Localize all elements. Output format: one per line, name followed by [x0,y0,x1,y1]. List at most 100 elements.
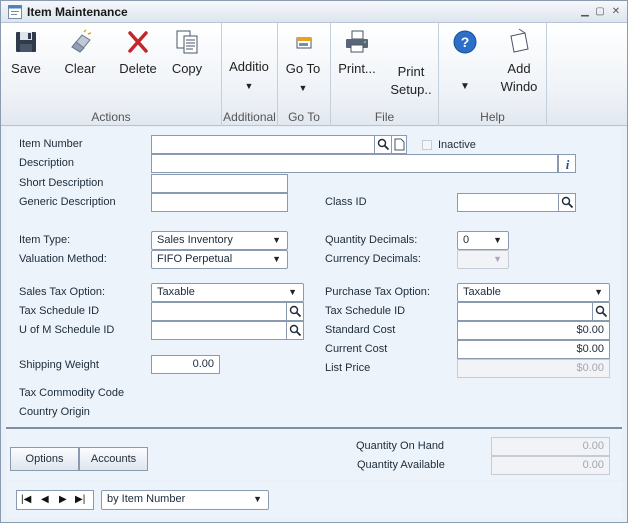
item-number-lookup-button[interactable] [374,135,392,154]
next-record-icon[interactable]: ▶ [59,494,67,505]
currency-decimals-select: ▼ [457,250,509,269]
uofm-schedule-id-input[interactable] [151,321,287,340]
svg-text:i: i [566,157,570,170]
help-question-icon: ? [453,30,477,54]
help-dropdown-icon: ▼ [460,81,470,92]
group-label-file: File [374,110,395,124]
short-description-input[interactable] [151,174,288,193]
quantity-on-hand-label: Quantity On Hand [356,440,445,452]
help-button[interactable]: ? ▼ [447,28,483,96]
description-input[interactable] [151,154,558,173]
chevron-down-icon: ▼ [272,235,281,245]
red-x-icon [128,31,148,53]
country-origin-label: Country Origin [19,406,90,418]
window-title: Item Maintenance [27,5,128,19]
maximize-button[interactable]: ▢ [594,6,606,17]
clear-button[interactable]: Clear [57,28,103,78]
chevron-down-icon: ▼ [594,287,603,297]
delete-button[interactable]: Delete [113,28,163,78]
class-id-label: Class ID [325,196,367,208]
record-navigation-buttons: |◀ ◀ ▶ ▶| [16,490,94,510]
group-label-goto: Go To [288,110,320,124]
description-label: Description [19,157,75,169]
save-button[interactable]: Save [6,28,46,78]
note-page-icon [394,138,405,151]
ribbon-group-additional: Additio ▼ Additional [222,23,278,126]
sales-tax-option-select[interactable]: Taxable ▼ [151,283,304,302]
valuation-method-value: FIFO Perpetual [157,253,233,265]
sales-tax-option-value: Taxable [157,286,195,298]
additional-button[interactable]: Additio ▼ [224,58,274,95]
quantity-decimals-select[interactable]: 0 ▼ [457,231,509,250]
ribbon-group-actions: Save Clear Delete Copy Actions [1,23,222,126]
group-label-actions: Actions [91,110,131,124]
quantity-decimals-label: Quantity Decimals: [325,234,418,246]
first-record-icon[interactable]: |◀ [21,494,31,505]
quantity-available-label: Quantity Available [357,459,445,471]
add-window-label-line1: Add [507,61,531,76]
purchase-tax-schedule-lookup-button[interactable] [592,302,610,321]
ribbon-toolbar: Save Clear Delete Copy Actions Additio ▼… [1,23,627,126]
additional-dropdown-icon: ▼ [244,81,254,91]
lookup-magnifier-icon [289,305,302,318]
generic-description-label: Generic Description [19,196,116,208]
item-note-button[interactable] [391,135,407,154]
add-window-icon [510,28,529,53]
info-icon: i [566,157,570,170]
last-record-icon[interactable]: ▶| [75,494,85,505]
floppy-disk-icon [16,32,36,52]
options-button[interactable]: Options [10,447,79,471]
item-number-input[interactable] [151,135,375,154]
uofm-schedule-lookup-button[interactable] [286,321,304,340]
standard-cost-input[interactable]: $0.00 [457,321,610,340]
add-window-button[interactable]: Add Windo [497,28,541,96]
app-window-icon [8,5,22,19]
purchase-tax-option-value: Taxable [463,286,501,298]
copy-button[interactable]: Copy [167,28,207,78]
accounts-button[interactable]: Accounts [79,447,148,471]
sort-order-value: by Item Number [107,493,186,505]
print-setup-button[interactable]: Print Setup.. [385,63,437,99]
sales-tax-schedule-id-input[interactable] [151,302,287,321]
delete-label: Delete [119,61,157,76]
item-type-label: Item Type: [19,234,71,246]
currency-decimals-label: Currency Decimals: [325,253,421,265]
inactive-label: Inactive [438,139,476,151]
group-label-additional: Additional [223,110,276,124]
item-info-button[interactable]: i [558,154,576,173]
purchase-tax-schedule-id-input[interactable] [457,302,593,321]
quantity-on-hand-value: 0.00 [491,437,610,456]
item-form: Item Number Inactive Description i Short… [6,127,622,427]
purchase-tax-schedule-id-label: Tax Schedule ID [325,305,406,317]
quantity-available-value: 0.00 [491,456,610,475]
sales-tax-option-label: Sales Tax Option: [19,286,106,298]
previous-record-icon[interactable]: ◀ [41,494,49,505]
current-cost-input[interactable]: $0.00 [457,340,610,359]
copy-documents-icon [176,30,198,54]
sales-tax-schedule-lookup-button[interactable] [286,302,304,321]
print-button[interactable]: Print... [334,28,380,78]
shipping-weight-input[interactable]: 0.00 [151,355,220,374]
class-id-input[interactable] [457,193,559,212]
lookup-magnifier-icon [595,305,608,318]
minimize-button[interactable]: ▁ [579,6,591,17]
purchase-tax-option-label: Purchase Tax Option: [325,286,430,298]
lookup-magnifier-icon [561,196,574,209]
group-label-help: Help [480,110,505,124]
item-type-select[interactable]: Sales Inventory ▼ [151,231,288,250]
goto-dropdown-icon: ▼ [298,83,308,93]
sales-tax-schedule-id-label: Tax Schedule ID [19,305,100,317]
generic-description-input[interactable] [151,193,288,212]
quantity-decimals-value: 0 [463,234,470,246]
list-price-label: List Price [325,362,371,374]
sort-order-select[interactable]: by Item Number ▼ [101,490,269,510]
svg-text:?: ? [461,34,470,50]
inactive-checkbox[interactable] [422,140,432,150]
goto-button[interactable]: Go To ▼ [280,28,326,97]
valuation-method-select[interactable]: FIFO Perpetual ▼ [151,250,288,269]
close-button[interactable]: ✕ [610,6,622,17]
printer-icon [346,30,368,53]
item-number-label: Item Number [19,138,83,150]
purchase-tax-option-select[interactable]: Taxable ▼ [457,283,610,302]
class-id-lookup-button[interactable] [558,193,576,212]
